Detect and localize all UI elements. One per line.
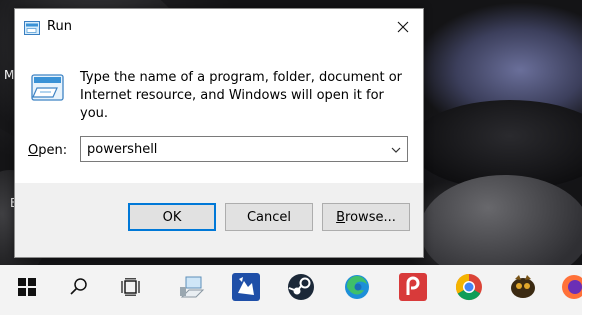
dialog-description: Type the name of a program, folder, docu… xyxy=(80,70,402,121)
start-icon xyxy=(18,278,36,300)
start-button[interactable] xyxy=(9,271,45,307)
ok-button[interactable]: OK xyxy=(128,203,216,231)
browse-mnemonic: B xyxy=(336,209,346,225)
steam-icon xyxy=(287,273,315,305)
desktop-partial-label: M xyxy=(4,68,15,82)
chrome-icon xyxy=(455,273,483,305)
app-icon xyxy=(232,273,260,305)
edge-icon xyxy=(343,273,371,305)
title-bar[interactable]: Run xyxy=(15,9,423,45)
taskbar-app-button[interactable] xyxy=(228,271,264,307)
dialog-title: Run xyxy=(47,19,72,34)
search-button[interactable] xyxy=(61,271,97,307)
close-button[interactable] xyxy=(383,9,423,45)
pocketcasts-button[interactable] xyxy=(395,271,431,307)
search-icon xyxy=(69,277,89,301)
edge-button[interactable] xyxy=(339,271,375,307)
network-pc-icon xyxy=(179,275,205,303)
network-pc-button[interactable] xyxy=(174,271,210,307)
browse-button[interactable]: Browse... xyxy=(322,203,410,231)
task-view-button[interactable] xyxy=(113,271,149,307)
run-dialog: Run Type the name of a program, folder, … xyxy=(14,8,424,258)
open-input[interactable] xyxy=(81,137,393,161)
browser-button[interactable] xyxy=(505,271,541,307)
run-program-icon xyxy=(31,73,65,107)
cancel-button[interactable]: Cancel xyxy=(225,203,313,231)
steam-button[interactable] xyxy=(283,271,319,307)
screenshot-border xyxy=(582,0,591,318)
run-icon xyxy=(24,20,40,39)
task-view-icon xyxy=(121,278,141,300)
dialog-content: Type the name of a program, folder, docu… xyxy=(15,45,423,183)
chevron-down-icon[interactable] xyxy=(389,142,403,156)
browser-icon xyxy=(509,273,537,305)
pocketcasts-icon xyxy=(399,273,427,305)
wallpaper-rock xyxy=(420,175,582,265)
open-label: Open: xyxy=(28,143,67,158)
open-label-text: pen: xyxy=(38,143,68,158)
chrome-button[interactable] xyxy=(451,271,487,307)
taskbar xyxy=(0,265,582,315)
firefox-icon xyxy=(560,273,582,305)
browse-label: rowse... xyxy=(345,209,396,225)
open-label-mnemonic: O xyxy=(28,143,39,158)
open-combobox[interactable] xyxy=(80,136,408,162)
firefox-button[interactable] xyxy=(560,271,582,307)
close-icon xyxy=(397,18,409,37)
